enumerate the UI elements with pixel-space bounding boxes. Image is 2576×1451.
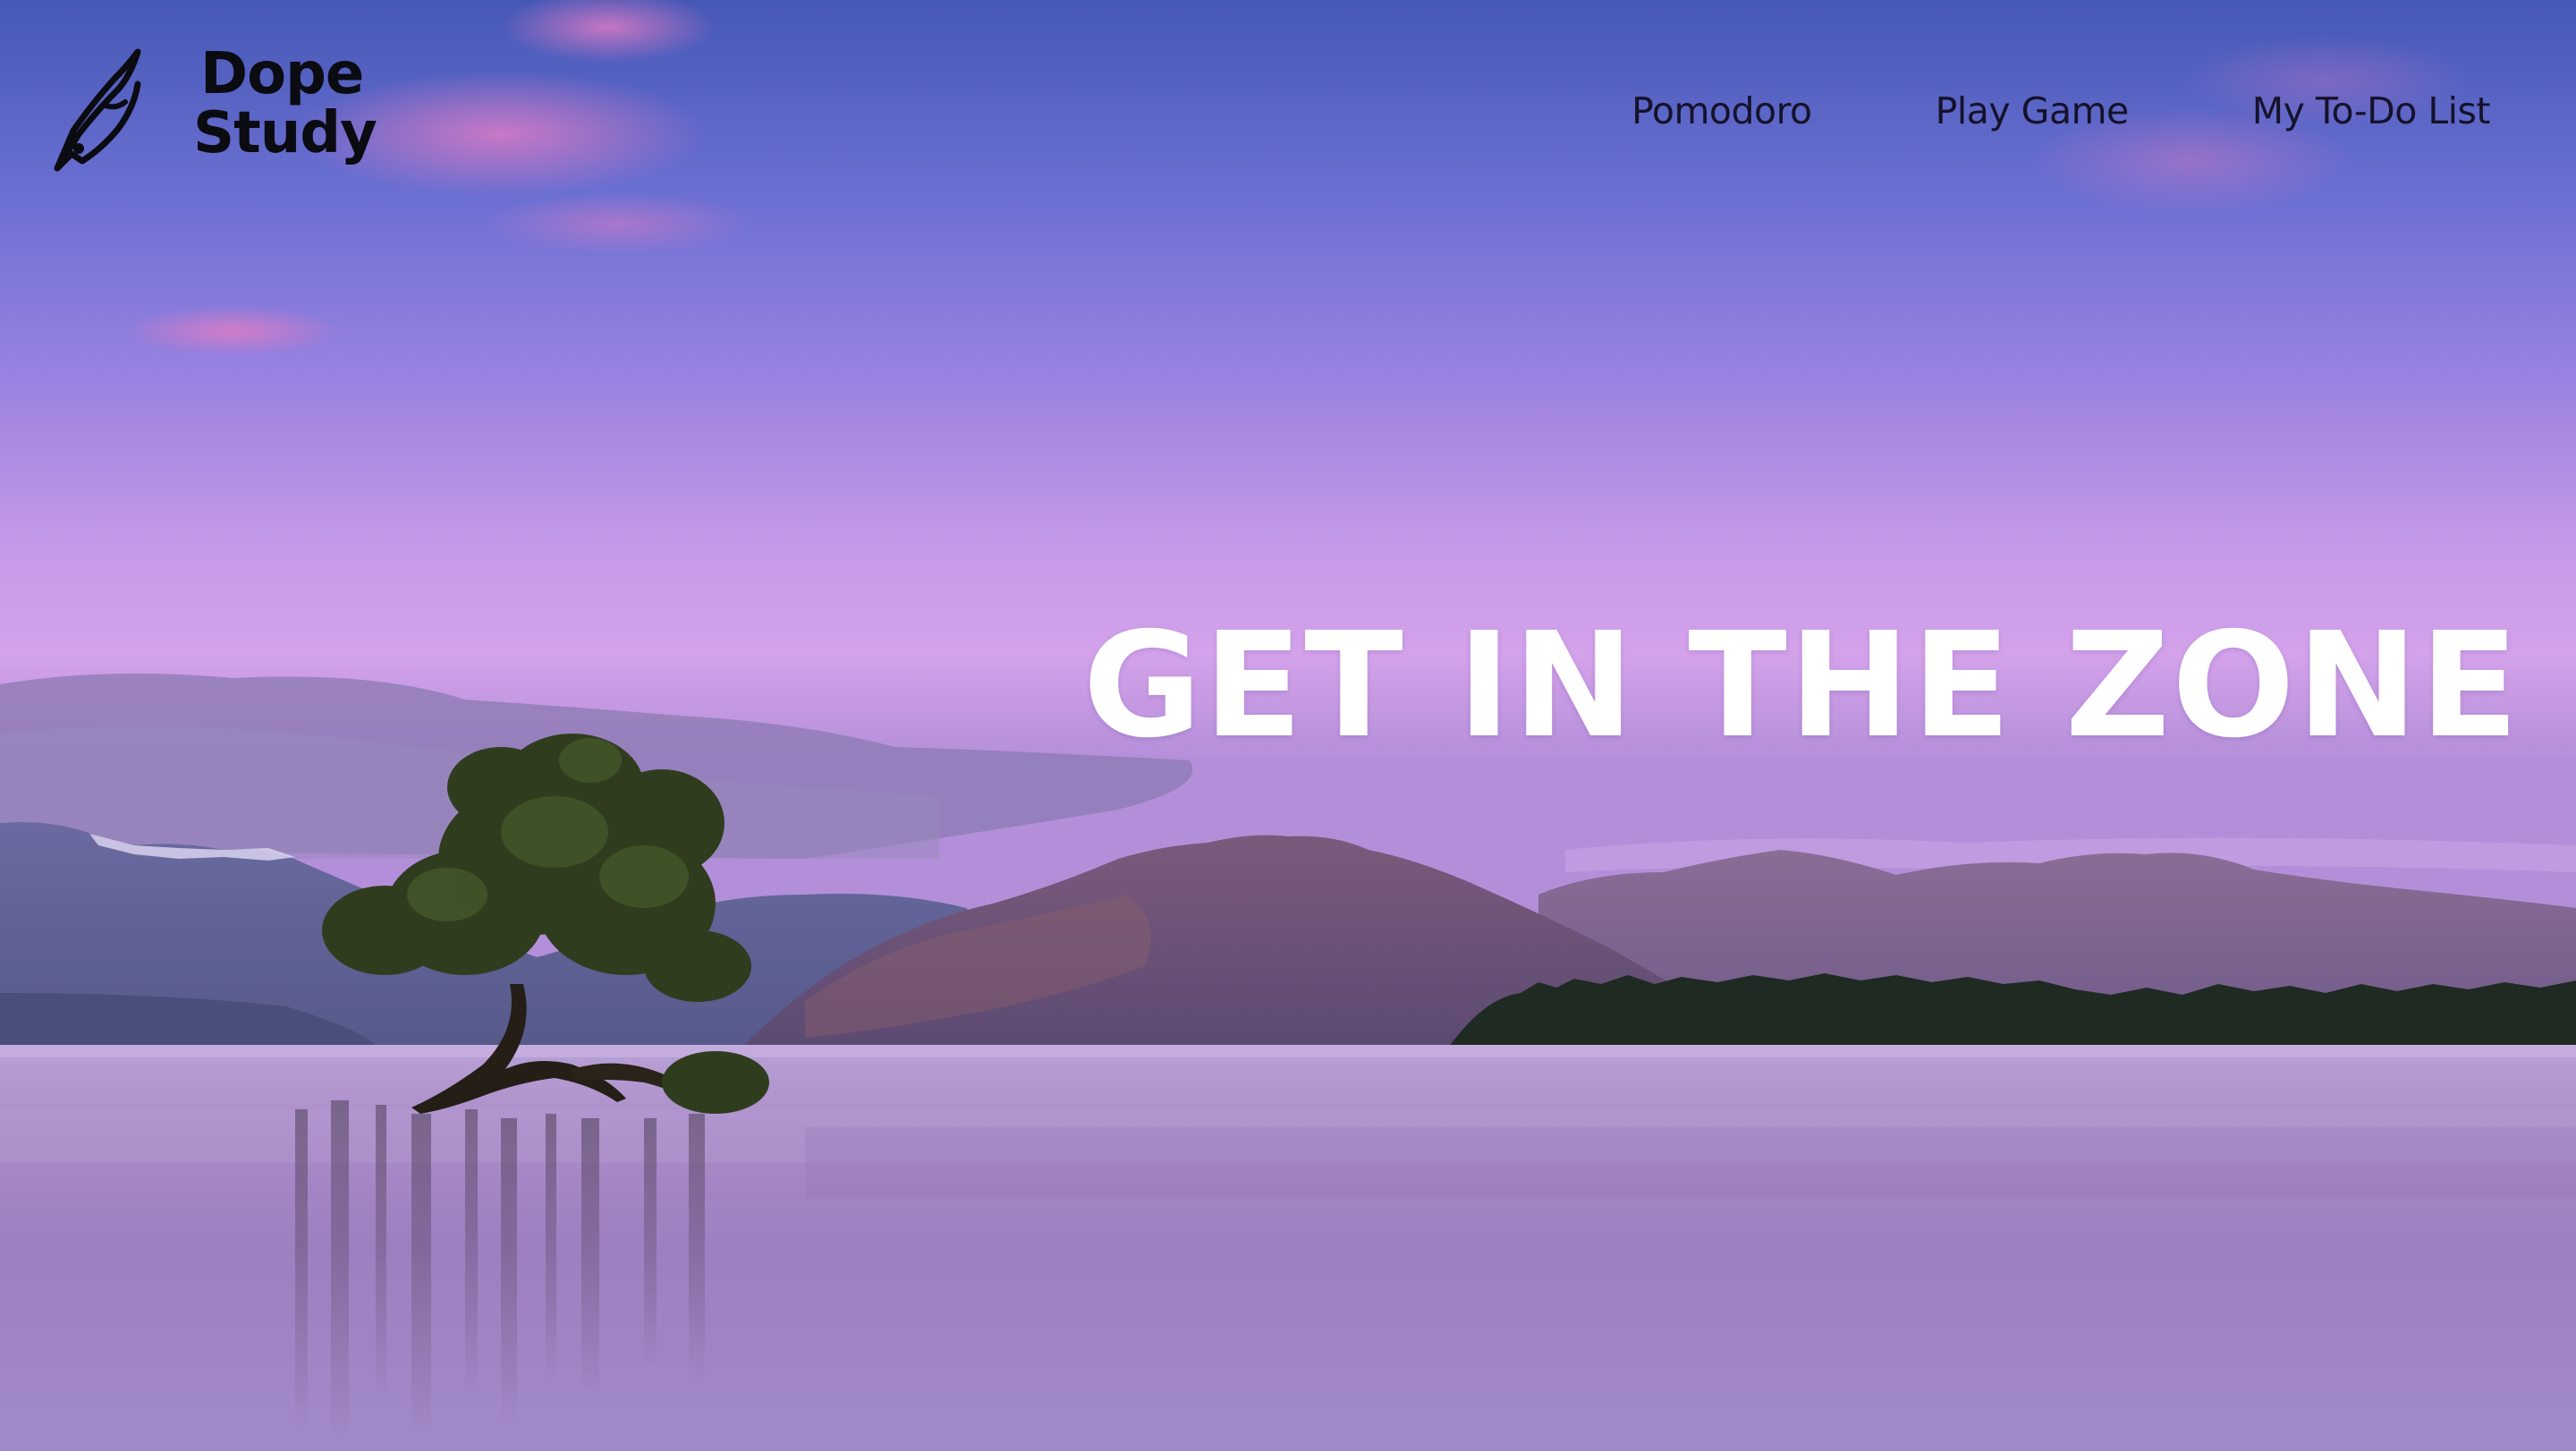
nav-link-todo-list[interactable]: My To-Do List [2252,89,2491,132]
hero-title: GET IN THE ZONE [1082,601,2521,770]
nav-link-pomodoro[interactable]: Pomodoro [1631,89,1812,132]
nav-link-play-game[interactable]: Play Game [1936,89,2130,132]
main-nav: Pomodoro Play Game My To-Do List [1631,89,2490,132]
brand-name-line1: Dope [200,41,364,107]
brand-logo[interactable]: Dope Study [52,45,377,179]
brand-name-line2: Study [193,100,377,166]
landing-page: Dope Study Pomodoro Play Game My To-Do L… [0,0,2576,1451]
fountain-pen-icon [54,48,141,172]
brand-name: Dope Study [140,45,377,163]
